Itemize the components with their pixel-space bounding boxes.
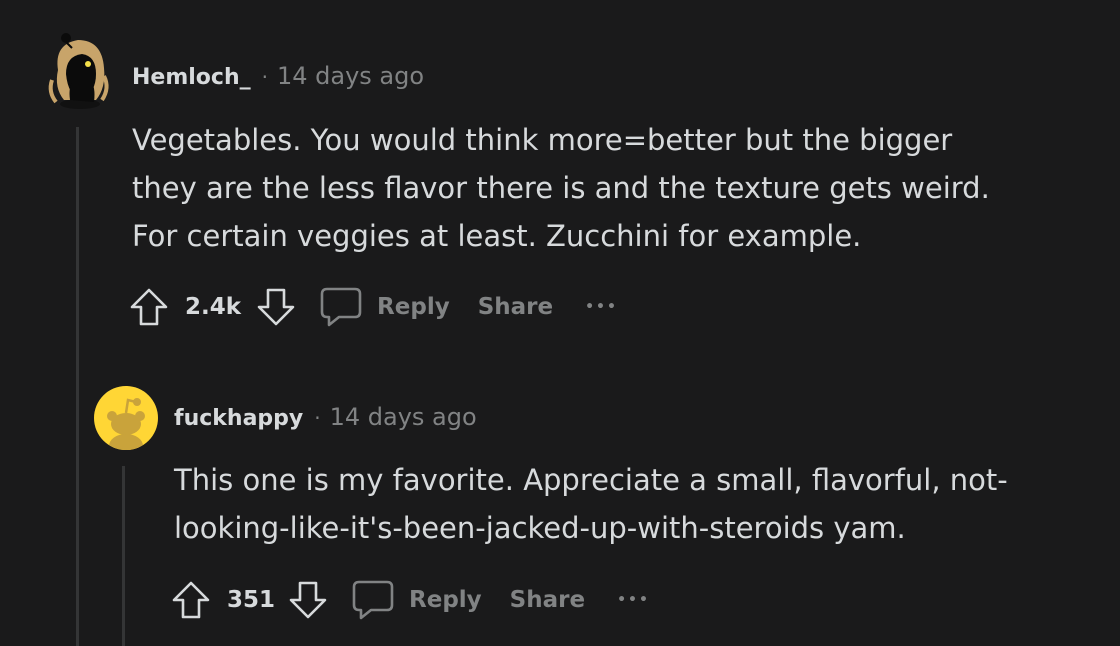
timestamp[interactable]: 14 days ago [277,62,424,90]
comment-meta: fuckhappy · 14 days ago [174,403,477,431]
arrow-up-icon [172,581,210,619]
username[interactable]: Hemloch_ [132,65,251,90]
speech-bubble-icon [352,580,394,620]
avatar-hemloch[interactable] [44,30,114,110]
snoo-avatar-icon [107,398,145,450]
reply-button[interactable]: Reply [319,286,450,328]
comment-meta: Hemloch_ · 14 days ago [132,62,424,90]
reply-label: Reply [409,587,482,613]
upvote-button[interactable] [128,287,170,327]
comment-text-line: they are the less flavor there is and th… [132,171,990,205]
comment-body: Vegetables. You would think more=better … [132,116,990,260]
arrow-up-icon [130,288,168,326]
comment-text-line: looking-like-it's-been-jacked-up-with-st… [174,511,906,545]
arrow-down-icon [289,581,327,619]
thread-line-hemloch[interactable] [76,127,79,646]
comment-text-line: This one is my favorite. Appreciate a sm… [174,463,1008,497]
reply-button[interactable]: Reply [351,579,482,621]
meta-separator: · [314,406,321,430]
more-options-icon[interactable]: ••• [585,299,618,315]
comment-actions: 351 Reply Share ••• [170,576,650,624]
comment-actions: 2.4k Reply Share ••• [128,283,618,331]
comment-text-line: Vegetables. You would think more=better … [132,123,953,157]
vote-score: 351 [227,587,276,613]
avatar-fuckhappy[interactable] [94,386,158,450]
comment-body: This one is my favorite. Appreciate a sm… [174,456,1008,552]
share-button[interactable]: Share [478,294,553,320]
upvote-button[interactable] [170,580,212,620]
speech-bubble-icon [320,287,362,327]
arrow-down-icon [257,288,295,326]
downvote-button[interactable] [255,287,297,327]
user-avatar-icon [48,33,109,109]
comment-text-line: For certain veggies at least. Zucchini f… [132,219,862,253]
vote-score: 2.4k [185,294,242,320]
thread-line-fuckhappy[interactable] [122,466,125,646]
timestamp[interactable]: 14 days ago [330,403,477,431]
downvote-button[interactable] [287,580,329,620]
meta-separator: · [261,65,268,89]
username[interactable]: fuckhappy [174,406,303,431]
reply-label: Reply [377,294,450,320]
share-button[interactable]: Share [510,587,585,613]
more-options-icon[interactable]: ••• [617,592,650,608]
